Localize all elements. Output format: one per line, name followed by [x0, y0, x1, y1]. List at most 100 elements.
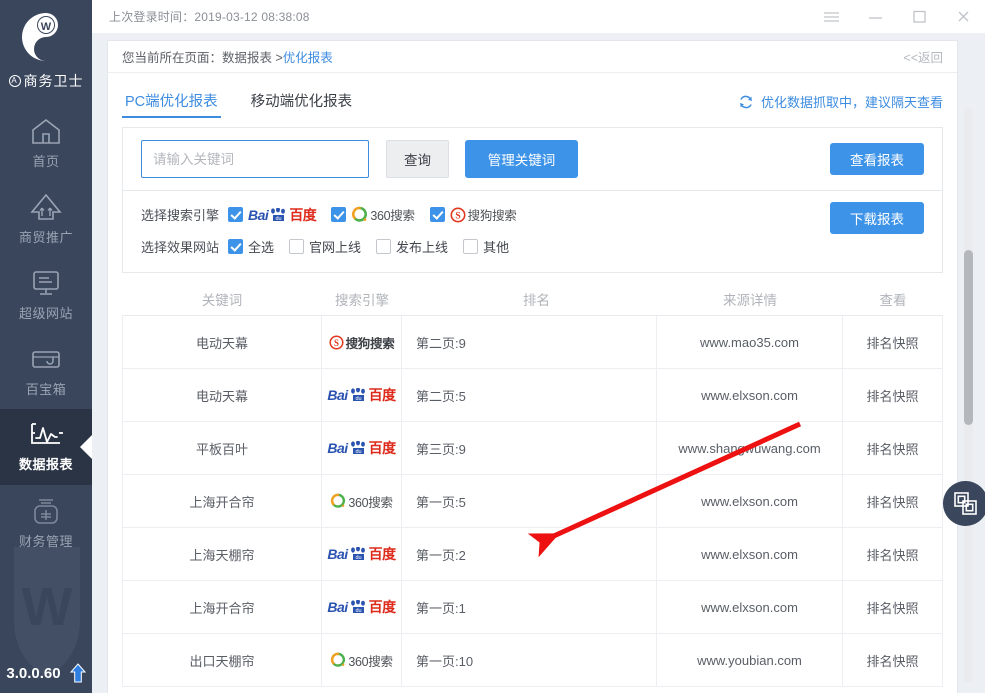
cell-rank: 第一页:5 — [402, 475, 657, 528]
sogou-logo-icon: S 搜狗搜索 — [329, 333, 395, 352]
cell-source: www.elxson.com — [657, 369, 843, 422]
table-header-view: 查看 — [879, 293, 907, 308]
baidu-paw-icon: du — [350, 600, 365, 614]
checkbox-box[interactable] — [376, 239, 392, 254]
cell-view-snapshot[interactable]: 排名快照 — [843, 634, 943, 687]
hamburger-menu-button[interactable] — [809, 0, 853, 33]
minimize-icon — [868, 16, 882, 19]
checkbox-box[interactable] — [228, 239, 244, 254]
cell-view-snapshot[interactable]: 排名快照 — [843, 316, 943, 369]
query-button[interactable]: 查询 — [386, 140, 449, 178]
close-icon — [958, 11, 968, 22]
table-row[interactable]: 平板百叶 Bai du 百度 第三页:9 www.shangwuwang.com 排名快照 — [122, 422, 943, 475]
sidebar-item-label: 数据报表 — [18, 457, 73, 472]
cell-keyword: 平板百叶 — [122, 422, 322, 475]
sidebar-item-datareport[interactable]: 数据报表 — [0, 409, 92, 485]
site-checkbox-other[interactable]: 其他 — [463, 237, 509, 256]
cell-engine: Bai du 百度 — [322, 528, 402, 581]
site-checkbox-published[interactable]: 发布上线 — [376, 237, 448, 256]
sidebar-item-supersite[interactable]: 超级网站 — [0, 257, 92, 333]
brand-logo-icon: W — [22, 13, 58, 61]
cell-keyword: 出口天棚帘 — [122, 634, 322, 687]
checkbox-box[interactable] — [463, 239, 479, 254]
baidu-logo-icon: Bai du 百度 — [327, 387, 396, 403]
cell-rank: 第一页:1 — [402, 581, 657, 634]
site-filter-label: 选择效果网站 — [141, 240, 220, 255]
content-panel: 您当前所在页面：数据报表 > 优化报表 <<返回 PC端优化报表 移动端优化报表… — [107, 40, 958, 693]
cell-view-snapshot[interactable]: 排名快照 — [843, 369, 943, 422]
engine-checkbox-360[interactable]: 360搜索 — [331, 205, 415, 224]
cell-view-snapshot[interactable]: 排名快照 — [843, 581, 943, 634]
engine-checkbox-baidu[interactable]: Bai du 百度 — [228, 205, 317, 225]
table-row[interactable]: 出口天棚帘 360搜索 第一页:10 www.youbian.com 排名快照 — [122, 634, 943, 687]
cell-source: www.youbian.com — [657, 634, 843, 687]
sidebar-nav: 首页 商贸推广 超级网站 百宝箱 数据报表 财务管理 — [0, 105, 92, 561]
svg-text:W: W — [41, 21, 52, 33]
sidebar-logo: W A 商务卫士 — [0, 0, 92, 91]
refresh-icon — [740, 95, 752, 108]
checkbox-box[interactable] — [331, 207, 347, 222]
monitor-icon — [33, 271, 59, 295]
cell-view-snapshot[interactable]: 排名快照 — [843, 422, 943, 475]
table-row[interactable]: 电动天幕 Bai du 百度 第二页:5 www.elxson.com 排名快照 — [122, 369, 943, 422]
table-header-rank: 排名 — [523, 293, 550, 308]
cell-source: www.elxson.com — [657, 581, 843, 634]
cell-view-snapshot[interactable]: 排名快照 — [843, 528, 943, 581]
back-link[interactable]: <<返回 — [903, 47, 943, 66]
finance-icon — [34, 499, 58, 524]
table-row[interactable]: 电动天幕 S 搜狗搜索 第二页:9 www.mao35.com 排名快照 — [122, 316, 943, 369]
window-switch-icon — [954, 492, 977, 515]
cell-keyword: 上海天棚帘 — [122, 528, 322, 581]
engine-checkbox-sogou[interactable]: S 搜狗搜索 — [429, 205, 517, 224]
breadcrumb-current[interactable]: 优化报表 — [283, 47, 333, 66]
breadcrumb: 您当前所在页面：数据报表 > 优化报表 <<返回 — [108, 41, 957, 73]
tab-bar: PC端优化报表 移动端优化报表 优化数据抓取中，建议隔天查看 — [108, 73, 957, 118]
promotion-arrow-icon — [30, 193, 62, 220]
cell-view-snapshot[interactable]: 排名快照 — [843, 475, 943, 528]
table-row[interactable]: 上海开合帘 Bai du 百度 第一页:1 www.elxson.com 排名快照 — [122, 581, 943, 634]
sidebar-item-toolbox[interactable]: 百宝箱 — [0, 333, 92, 409]
fetch-status-note: 优化数据抓取中，建议隔天查看 — [738, 92, 943, 118]
site-checkbox-label: 发布上线 — [396, 240, 449, 255]
brand-registered-mark: A — [8, 75, 21, 87]
manage-keywords-button[interactable]: 管理关键词 — [465, 140, 578, 178]
checkbox-box[interactable] — [289, 239, 305, 254]
sidebar-item-home[interactable]: 首页 — [0, 105, 92, 181]
engine-filter-label: 选择搜索引擎 — [141, 208, 220, 223]
sidebar-item-label: 财务管理 — [18, 534, 73, 549]
cell-rank: 第一页:2 — [402, 528, 657, 581]
upgrade-arrow-icon[interactable] — [69, 663, 86, 683]
svg-text:du: du — [276, 216, 282, 222]
tab-pc-report[interactable]: PC端优化报表 — [122, 90, 221, 118]
site-checkbox-all[interactable]: 全选 — [228, 237, 274, 256]
sidebar-item-finance[interactable]: 财务管理 — [0, 485, 92, 561]
report-table: 关键词 搜索引擎 排名 来源详情 查看 电动天幕 S 搜狗搜索 第二页:9 www.ma… — [122, 283, 943, 687]
scrollbar-thumb[interactable] — [964, 250, 973, 425]
checkbox-box[interactable] — [429, 207, 445, 222]
checkbox-box[interactable] — [228, 207, 244, 222]
table-row[interactable]: 上海天棚帘 Bai du 百度 第一页:2 www.elxson.com 排名快照 — [122, 528, 943, 581]
close-button[interactable] — [941, 0, 985, 33]
maximize-button[interactable] — [897, 0, 941, 33]
baidu-paw-icon: du — [271, 207, 286, 222]
site-checkbox-official[interactable]: 官网上线 — [289, 237, 361, 256]
table-row[interactable]: 上海开合帘 360搜索 第一页:5 www.elxson.com 排名快照 — [122, 475, 943, 528]
minimize-button[interactable] — [853, 0, 897, 33]
cell-keyword: 上海开合帘 — [122, 475, 322, 528]
window-switch-fab[interactable] — [943, 481, 985, 526]
vertical-scrollbar[interactable] — [964, 108, 973, 683]
search-input[interactable] — [141, 140, 369, 178]
app-window: W W A 商务卫士 首页 商贸推广 超级网站 百宝箱 数据报表 财务管理 3.… — [0, 0, 985, 693]
cell-source: www.elxson.com — [657, 475, 843, 528]
site-filter-row: 选择效果网站 全选 官网上线 发布上线 其他 — [141, 234, 830, 259]
download-report-button[interactable]: 下载报表 — [830, 202, 924, 234]
version-row: 3.0.0.60 — [0, 663, 92, 683]
cell-keyword: 电动天幕 — [122, 316, 322, 369]
360-circle-icon — [352, 206, 368, 222]
view-report-button[interactable]: 查看报表 — [830, 143, 924, 175]
tab-mobile-report[interactable]: 移动端优化报表 — [248, 90, 356, 118]
filter-box: 查询 管理关键词 查看报表 选择搜索引擎 Bai — [122, 127, 943, 273]
sidebar-item-promotion[interactable]: 商贸推广 — [0, 181, 92, 257]
cell-rank: 第二页:5 — [402, 369, 657, 422]
cell-engine: 360搜索 — [322, 634, 402, 687]
